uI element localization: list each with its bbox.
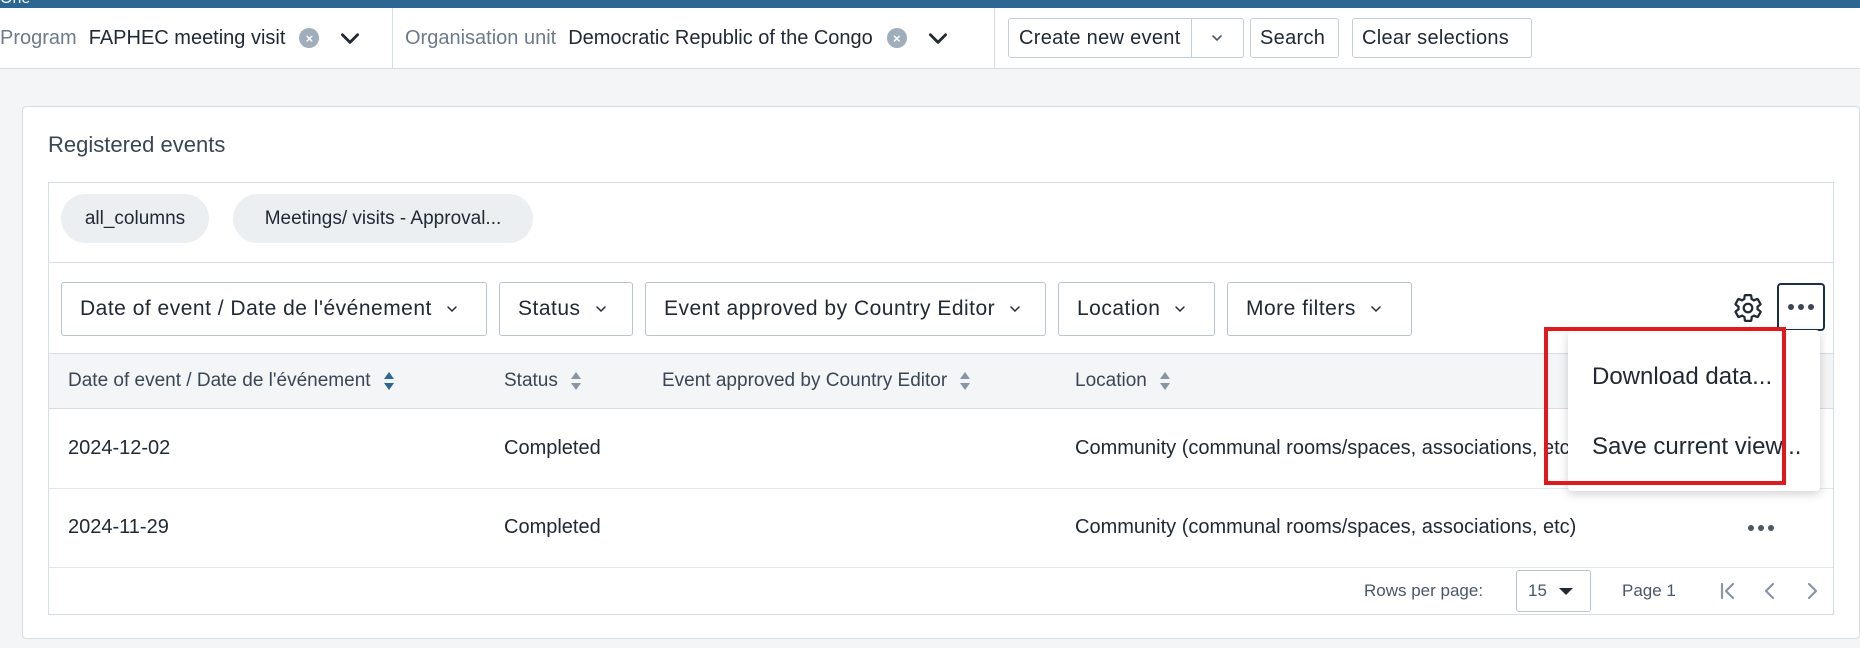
cell-date: 2024-12-02	[68, 437, 171, 459]
view-chip-all-columns[interactable]: all_columns	[61, 194, 209, 243]
app-title: One	[0, 0, 30, 8]
filter-date-of-event[interactable]: Date of event / Date de l'événement	[61, 282, 487, 336]
clear-program-icon[interactable]: ×	[299, 28, 320, 48]
menu-item-download-data[interactable]: Download data...	[1592, 363, 1772, 391]
app-header-bar: One	[0, 0, 1860, 8]
more-options-button[interactable]	[1777, 283, 1825, 331]
cell-location: Community (communal rooms/spaces, associ…	[1075, 437, 1577, 459]
clear-org-unit-icon[interactable]: ×	[886, 28, 907, 48]
view-chip-meetings-approval[interactable]: Meetings/ visits - Approval...	[233, 194, 533, 243]
column-header-label: Event approved by Country Editor	[662, 370, 948, 391]
sort-icon	[960, 372, 971, 390]
column-header-label: Location	[1075, 370, 1147, 391]
column-header-date[interactable]: Date of event / Date de l'événement	[68, 370, 395, 392]
column-header-label: Date of event / Date de l'événement	[68, 370, 371, 391]
program-selector[interactable]: Program FAPHEC meeting visit ×	[0, 8, 393, 68]
column-header-label: Status	[504, 370, 558, 391]
menu-item-save-current-view[interactable]: Save current view...	[1592, 433, 1801, 461]
filter-label: Date of event / Date de l'événement	[80, 297, 432, 320]
more-options-menu	[1568, 330, 1820, 491]
cell-status: Completed	[504, 516, 601, 538]
chevron-down-icon	[1010, 306, 1020, 313]
chevron-down-icon[interactable]	[337, 25, 363, 51]
first-page-icon[interactable]	[1716, 579, 1740, 603]
program-value: FAPHEC meeting visit	[88, 26, 286, 49]
filter-more-filters[interactable]: More filters	[1227, 282, 1412, 336]
chevron-down-icon[interactable]	[925, 25, 951, 51]
filter-location[interactable]: Location	[1058, 282, 1215, 336]
chevron-down-icon	[1175, 306, 1186, 313]
cell-location: Community (communal rooms/spaces, associ…	[1075, 516, 1577, 538]
sort-active-icon	[383, 372, 394, 390]
filter-event-approved[interactable]: Event approved by Country Editor	[645, 282, 1046, 336]
org-unit-selector[interactable]: Organisation unit Democratic Republic of…	[393, 8, 995, 68]
previous-page-icon[interactable]	[1758, 579, 1782, 603]
gear-icon[interactable]	[1732, 292, 1764, 324]
column-header-status[interactable]: Status	[504, 370, 582, 392]
column-header-location[interactable]: Location	[1075, 370, 1171, 392]
filter-label: More filters	[1246, 297, 1356, 320]
caret-down-icon	[1558, 587, 1573, 595]
column-header-approved[interactable]: Event approved by Country Editor	[662, 370, 971, 392]
program-label: Program	[0, 26, 77, 49]
filter-label: Status	[518, 297, 581, 320]
rows-per-page-label: Rows per page:	[1364, 581, 1484, 600]
create-options-chevron-icon[interactable]	[1192, 19, 1243, 57]
page-indicator: Page 1	[1622, 581, 1676, 600]
cell-status: Completed	[504, 437, 601, 459]
panel-title: Registered events	[48, 132, 226, 157]
org-unit-value: Democratic Republic of the Congo	[568, 26, 873, 49]
cell-date: 2024-11-29	[68, 516, 169, 538]
filter-label: Location	[1077, 297, 1161, 320]
row-actions-icon[interactable]	[1748, 525, 1774, 531]
next-page-icon[interactable]	[1800, 579, 1824, 603]
more-dots-icon	[1788, 304, 1814, 310]
rows-per-page-value: 15	[1528, 581, 1547, 600]
rows-per-page-select[interactable]: 15	[1516, 570, 1591, 612]
create-new-event-label[interactable]: Create new event	[1009, 19, 1192, 57]
sort-icon	[1159, 372, 1170, 390]
scope-selector-bar: Program FAPHEC meeting visit × Organisat…	[0, 8, 1860, 69]
sort-icon	[570, 372, 581, 390]
chevron-down-icon	[1371, 306, 1381, 313]
search-button[interactable]: Search	[1250, 18, 1339, 58]
create-new-event-button[interactable]: Create new event	[1008, 18, 1244, 58]
chevron-down-icon	[447, 306, 457, 313]
org-unit-label: Organisation unit	[405, 26, 557, 49]
filter-label: Event approved by Country Editor	[664, 297, 996, 320]
filter-status[interactable]: Status	[499, 282, 633, 336]
chevron-down-icon	[595, 306, 606, 313]
clear-selections-button[interactable]: Clear selections	[1352, 18, 1532, 58]
